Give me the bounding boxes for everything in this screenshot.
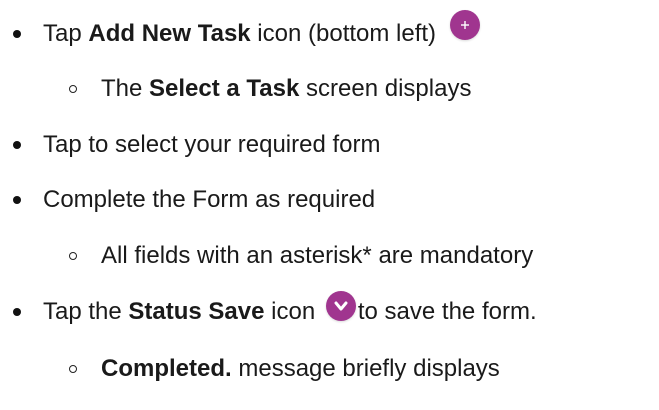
bullet-dot: [13, 141, 21, 149]
item-text-post: screen displays: [299, 75, 472, 102]
sub-bullet-circle: [69, 85, 77, 93]
item-text-pre: Tap the: [43, 298, 129, 325]
item-text: All fields with an asterisk* are mandato…: [101, 242, 534, 269]
sub-item-select-task-screen: The Select a Task screen displays: [69, 72, 471, 106]
status-save-chevron-icon: [325, 291, 356, 321]
sub-bullet-circle: [69, 252, 77, 260]
sub-item-completed-message: Completed. message briefly displays: [69, 352, 500, 386]
item-text-bold: Select a Task: [149, 75, 300, 102]
item-text-mid: icon: [264, 298, 322, 325]
bullet-item-complete-form: Complete the Form as required: [11, 183, 375, 217]
bullet-dot: [13, 196, 21, 204]
bullet-dot: [13, 30, 21, 38]
item-text-pre: Tap: [43, 20, 89, 47]
item-text-bold: Completed.: [101, 355, 232, 382]
item-text: Tap to select your required form: [43, 131, 381, 158]
item-text-bold: Status Save: [128, 298, 265, 325]
item-text-post: to save the form.: [357, 298, 537, 325]
sub-item-mandatory-fields: All fields with an asterisk* are mandato…: [69, 239, 533, 273]
bullet-item-select-form: Tap to select your required form: [11, 128, 381, 162]
item-text-post: icon (bottom left): [250, 20, 437, 47]
item-text-bold: Add New Task: [88, 20, 251, 47]
add-task-plus-icon: [450, 10, 481, 40]
sub-bullet-circle: [69, 365, 77, 373]
item-text-pre: The: [101, 75, 150, 102]
bullet-item-status-save: Tap the Status Save icon to save the for…: [11, 291, 537, 329]
item-text: Complete the Form as required: [43, 186, 376, 213]
bullet-item-add-new-task: Tap Add New Task icon (bottom left): [11, 10, 481, 51]
bullet-dot: [13, 308, 21, 316]
item-text-post: message briefly displays: [231, 355, 500, 382]
